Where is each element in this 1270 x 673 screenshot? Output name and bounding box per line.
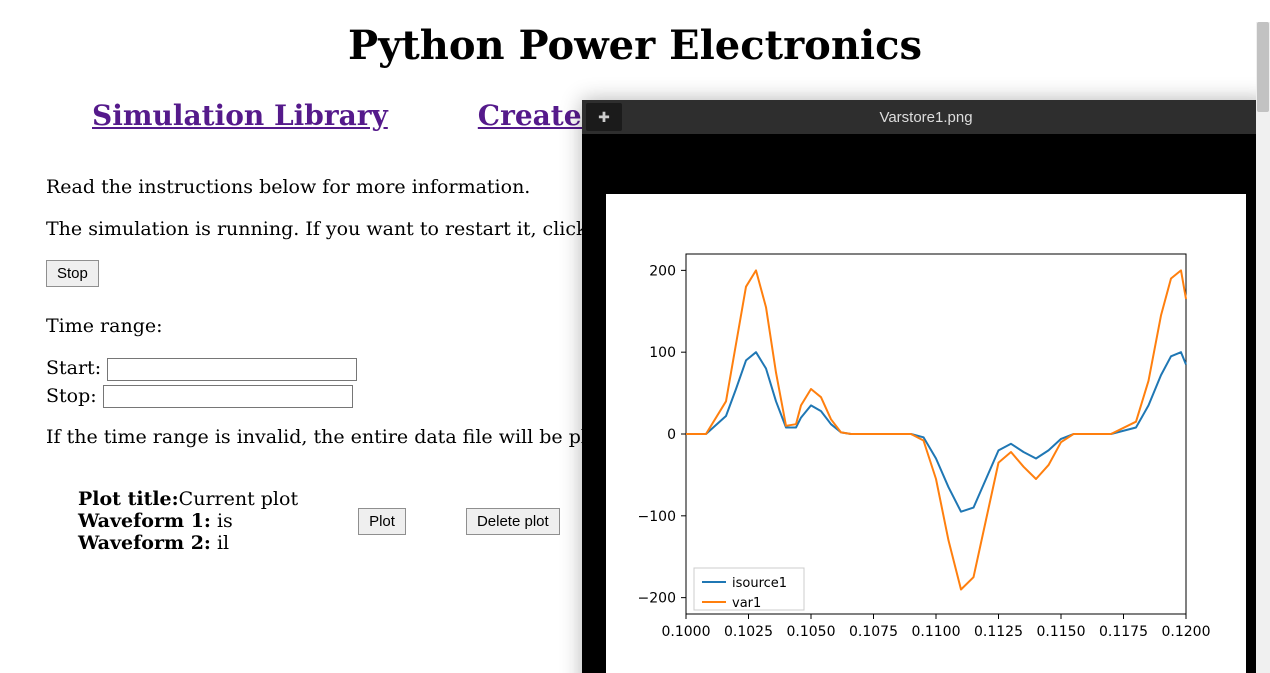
svg-text:0.1200: 0.1200: [1162, 624, 1211, 640]
svg-text:0: 0: [667, 427, 676, 443]
stop-button[interactable]: Stop: [46, 260, 99, 287]
svg-text:0.1150: 0.1150: [1037, 624, 1086, 640]
stop-label: Stop:: [46, 385, 97, 407]
svg-text:0.1075: 0.1075: [849, 624, 898, 640]
nav-simulation-library[interactable]: Simulation Library: [92, 99, 388, 132]
start-label: Start:: [46, 357, 101, 379]
start-input[interactable]: [107, 358, 357, 381]
plot-title-label: Plot title:: [78, 488, 179, 510]
svg-text:100: 100: [649, 345, 676, 361]
svg-text:isource1: isource1: [732, 576, 787, 591]
viewer-titlebar[interactable]: ✚ Varstore1.png: [582, 100, 1270, 134]
svg-text:−200: −200: [638, 591, 676, 607]
waveform1-value: is: [211, 510, 233, 532]
waveform2-label: Waveform 2:: [78, 532, 211, 554]
svg-text:200: 200: [649, 263, 676, 279]
window-expand-button[interactable]: ✚: [586, 103, 622, 131]
delete-plot-button[interactable]: Delete plot: [466, 508, 560, 535]
image-viewer-window[interactable]: ✚ Varstore1.png −200 −100 0 100 200 0.1000 0.1…: [582, 100, 1270, 673]
plot-button[interactable]: Plot: [358, 508, 406, 535]
viewer-filename: Varstore1.png: [879, 109, 972, 126]
chart-canvas: −200 −100 0 100 200 0.1000 0.1025 0.1050 0.1075 0…: [606, 194, 1246, 673]
svg-text:0.1125: 0.1125: [974, 624, 1023, 640]
waveform1-label: Waveform 1:: [78, 510, 211, 532]
scrollbar-thumb[interactable]: [1257, 22, 1269, 112]
waveform2-value: il: [211, 532, 229, 554]
svg-text:0.1050: 0.1050: [787, 624, 836, 640]
page-scrollbar[interactable]: [1256, 22, 1270, 673]
plot-title-value: Current plot: [179, 488, 298, 510]
plot-info: Plot title:Current plot Waveform 1: is W…: [78, 488, 298, 554]
svg-text:var1: var1: [732, 596, 761, 611]
chart-svg: −200 −100 0 100 200 0.1000 0.1025 0.1050 0.1075 0…: [606, 194, 1246, 673]
svg-text:0.1175: 0.1175: [1099, 624, 1148, 640]
page-title: Python Power Electronics: [46, 22, 1224, 69]
svg-text:0.1100: 0.1100: [912, 624, 961, 640]
plus-icon: ✚: [598, 109, 610, 126]
stop-input[interactable]: [103, 385, 353, 408]
svg-text:−100: −100: [638, 509, 676, 525]
svg-text:0.1000: 0.1000: [662, 624, 711, 640]
svg-text:0.1025: 0.1025: [724, 624, 773, 640]
